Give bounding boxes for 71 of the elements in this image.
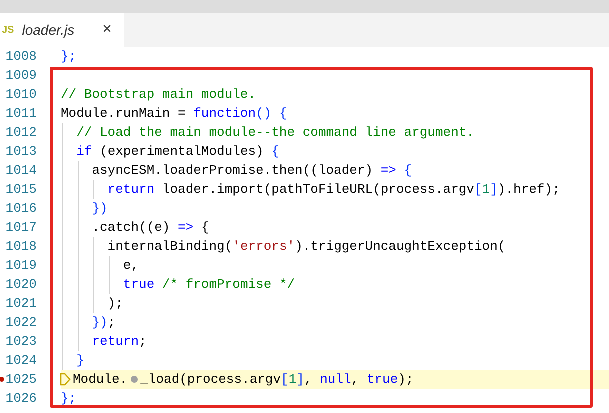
code-token: [ [474,180,482,199]
line-number: 1009 [6,66,37,85]
code-token: asyncESM.loaderPromise.then((loader) [91,162,374,180]
line-number: 1019 [6,256,37,275]
debug-marker-icon [0,377,4,382]
code-token: ; [139,332,147,351]
code-token: ).triggerUncaughtException( [295,238,506,256]
code-token: ); [398,370,414,389]
line-number: 1024 [6,352,37,370]
code-token: => [380,162,396,180]
code-token: }) [91,314,108,332]
line-number: 1016 [6,200,37,218]
code-token: .catch((e) [91,218,172,237]
code-token: () { [256,104,288,123]
code-token: ] [296,370,304,389]
inline-breakpoint-icon[interactable] [130,376,138,383]
line-number: 1011 [6,104,37,123]
line-number: 1018 [6,238,37,256]
code-token: if [76,142,92,161]
code-token: , [351,370,360,389]
line-number: 1008 [6,48,37,66]
code-token: , [304,370,314,389]
code-token: [ [281,370,289,389]
line-number: 1020 [6,276,37,294]
code-token: ); [106,294,124,313]
code-token: { [200,218,210,237]
code-token: null [320,370,352,389]
code-token: 'errors' [232,238,296,256]
code-token: // Bootstrap main module. [61,86,256,104]
code-token: 1 [288,370,297,389]
code-token: Module.runMain = [61,104,187,123]
line-number: 1013 [6,142,37,161]
code-token: ; [108,314,116,332]
code-token: internalBinding( [106,238,233,256]
line-number: 1025 [6,370,37,389]
line-number: 1017 [6,218,37,237]
tab-label: loader.js [22,20,75,40]
code-token: } [76,352,84,370]
code-token: e, [122,256,140,275]
code-token: // Load the main module--the command line argument. [76,124,474,142]
code-token: => [178,218,194,237]
javascript-file-icon: JS [2,22,14,38]
line-number: 1022 [6,314,37,332]
code-token: }; [61,390,77,408]
code-token: 1 [482,180,490,199]
code-token: { [272,142,280,161]
close-icon[interactable]: × [102,18,112,42]
code-token: true [122,276,155,294]
line-number: 1021 [6,294,37,313]
line-number: 1015 [6,180,37,199]
breakpoint-arrow-icon [60,373,71,386]
code-token: return [106,180,155,199]
code-token: return [91,332,140,351]
code-token: ).href); [498,180,560,199]
code-token: Module. [73,370,128,389]
line-number: 1026 [6,390,37,408]
code-token: loader.import(pathToFileURL(process.argv [161,180,474,199]
line-number: 1010 [6,86,37,104]
line-number: 1014 [6,162,37,180]
line-number: 1023 [6,332,37,351]
code-token: /* fromPromise */ [161,276,296,294]
code-token: { [403,162,412,180]
code-token: }; [61,48,77,66]
editor-tab[interactable]: JS loader.js × [0,13,124,47]
code-token: _load(process.argv [140,370,282,389]
code-token: (experimentalModules) [99,142,265,161]
code-token: ] [490,180,498,199]
code-token: true [366,370,398,389]
code-token: function [194,104,256,123]
line-number: 1012 [6,124,37,142]
code-token: }) [91,200,108,218]
